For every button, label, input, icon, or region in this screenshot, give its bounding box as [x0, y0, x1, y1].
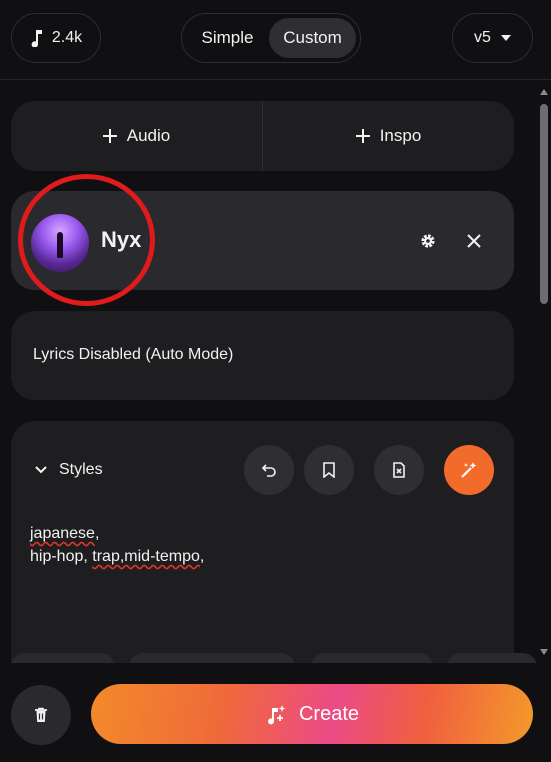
persona-card[interactable]: Nyx	[11, 191, 514, 290]
create-label: Create	[298, 702, 360, 725]
close-icon	[467, 234, 481, 248]
avatar-figure	[57, 232, 63, 258]
style-token: japanese	[30, 525, 95, 542]
create-button[interactable]: Create	[91, 684, 533, 744]
bottom-bar: Create	[0, 663, 551, 762]
enhance-styles-button[interactable]	[444, 445, 494, 495]
mode-custom-tab[interactable]: Custom	[269, 18, 356, 58]
undo-icon	[261, 464, 276, 477]
chevron-down-icon	[35, 466, 47, 474]
style-token: hip-hop,	[30, 548, 93, 565]
lyrics-status: Lyrics Disabled (Auto Mode)	[33, 346, 234, 363]
bookmark-icon	[323, 462, 335, 478]
styles-header[interactable]: Styles	[35, 461, 103, 479]
persona-name: Nyx	[101, 227, 142, 252]
clear-styles-button[interactable]	[374, 445, 424, 495]
mode-toggle: Simple Custom	[181, 13, 361, 63]
delete-button[interactable]	[11, 685, 71, 745]
top-bar: 2.4k Simple Custom v5	[0, 0, 551, 80]
caret-down-icon	[500, 35, 511, 41]
scrollbar[interactable]	[537, 81, 551, 663]
form-scroll-area: Audio Inspo Nyx Lyrics Disabled (Auto Mo…	[0, 81, 537, 663]
scrollbar-thumb[interactable]	[540, 104, 548, 304]
music-sparkle-icon	[268, 705, 286, 725]
add-audio-label: Audio	[126, 126, 171, 145]
suggestion-chip[interactable]	[129, 653, 295, 663]
suggestion-chips-row	[11, 653, 537, 663]
magic-wand-icon	[461, 462, 477, 478]
gear-icon	[421, 234, 435, 248]
add-source-row: Audio Inspo	[11, 101, 514, 171]
scroll-up-arrow[interactable]	[540, 89, 548, 95]
scroll-down-arrow[interactable]	[540, 649, 548, 655]
credits-button[interactable]: 2.4k	[11, 13, 101, 63]
persona-settings-button[interactable]	[416, 229, 440, 253]
suggestion-chip[interactable]	[311, 653, 433, 663]
style-separator: ,	[199, 548, 205, 565]
clear-icon	[393, 462, 405, 478]
suggestion-chip[interactable]	[11, 653, 115, 663]
version-select[interactable]: v5	[452, 13, 533, 63]
persona-avatar	[31, 214, 89, 272]
trash-icon	[35, 707, 47, 722]
credits-count: 2.4k	[51, 29, 83, 46]
suggestion-chip[interactable]	[447, 653, 537, 663]
add-inspo-label: Inspo	[379, 126, 422, 145]
version-label: v5	[474, 29, 491, 46]
styles-card: Styles japanese, hip-hop, trap,mid-tempo…	[11, 421, 514, 663]
add-inspo-button[interactable]: Inspo	[263, 101, 514, 171]
persona-remove-button[interactable]	[462, 229, 486, 253]
plus-icon	[102, 129, 117, 143]
styles-title: Styles	[59, 461, 103, 478]
mode-simple-tab[interactable]: Simple	[186, 18, 269, 58]
bookmark-button[interactable]	[304, 445, 354, 495]
undo-button[interactable]	[244, 445, 294, 495]
plus-icon	[355, 129, 370, 143]
styles-text[interactable]: japanese, hip-hop, trap,mid-tempo,	[30, 522, 204, 568]
lyrics-card[interactable]: Lyrics Disabled (Auto Mode)	[11, 311, 514, 400]
add-audio-button[interactable]: Audio	[11, 101, 262, 171]
style-token: trap,mid-tempo	[92, 548, 200, 565]
style-separator: ,	[94, 525, 100, 542]
music-note-icon	[31, 30, 42, 47]
